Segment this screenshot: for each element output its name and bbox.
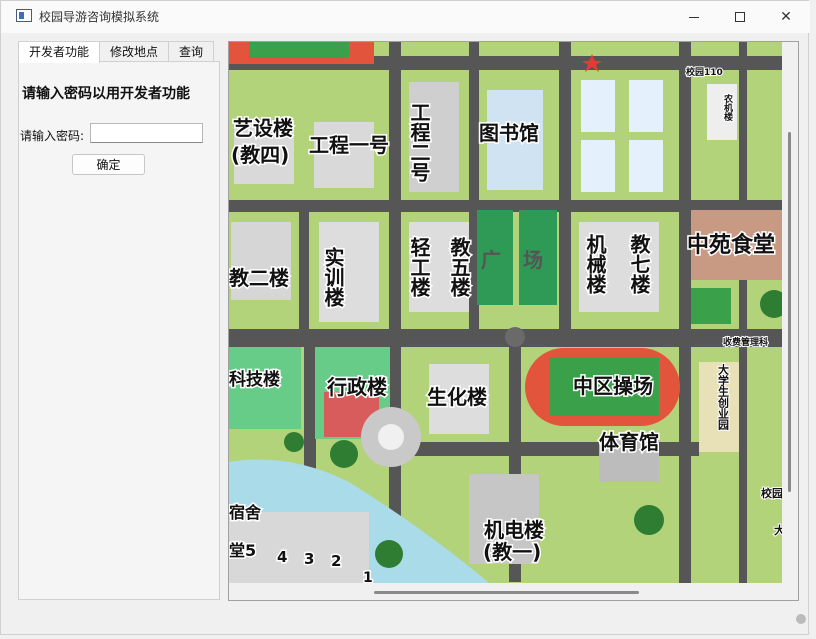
vertical-scrollbar[interactable] — [788, 132, 791, 492]
title-bar[interactable]: 校园导游咨询模拟系统 ✕ — [1, 1, 810, 33]
map-label-mechatronics[interactable]: 机电楼 — [483, 517, 546, 544]
map-label-dorm[interactable]: 宿舍 — [229, 502, 264, 524]
map-label-central-field[interactable]: 中区操场 — [572, 373, 655, 400]
password-prompt-heading: 请输入密码以用开发者功能 — [22, 86, 190, 102]
map-label-science-tech[interactable]: 科技楼 — [229, 368, 282, 392]
map-label-mechanical-building[interactable]: 机械楼 — [582, 231, 609, 296]
map-label-teaching-five[interactable]: 教五楼 — [446, 234, 473, 299]
password-label: 请输入密码: — [20, 129, 85, 143]
campus-map-labels: 艺设楼 (教四) 工程一号 工程二号 图书馆 校园110 农机楼 教二楼 实训楼… — [229, 65, 782, 584]
map-label-light-industry[interactable]: 轻工楼 — [406, 234, 433, 299]
developer-panel: 请输入密码以用开发者功能 请输入密码: 确定 — [18, 61, 220, 600]
map-label-teaching-seven[interactable]: 教七楼 — [626, 231, 653, 296]
map-label-gate-110[interactable]: 校园110 — [685, 65, 724, 79]
map-label-art-building[interactable]: 艺设楼 — [232, 115, 295, 142]
map-label-building-3[interactable]: 3 — [303, 549, 316, 570]
close-icon: ✕ — [780, 9, 792, 25]
horizontal-scrollbar[interactable] — [374, 591, 639, 594]
resize-grip-icon[interactable] — [796, 614, 806, 624]
map-label-startup-park[interactable]: 大学生创业园 — [716, 362, 732, 432]
function-tabs: 开发者功能 修改地点 查询 请输入密码以用开发者功能 请输入密码: 确定 — [18, 41, 220, 600]
minimize-icon — [689, 16, 699, 18]
map-label-mechatronics-sub: (教一) — [483, 540, 541, 564]
maximize-icon — [735, 12, 745, 22]
app-window-icon — [16, 9, 32, 22]
app-window: 校园导游咨询模拟系统 ✕ 开发者功能 修改地点 查询 请输入密码以用开发者功能 … — [0, 0, 810, 635]
window-title: 校园导游咨询模拟系统 — [39, 10, 160, 24]
map-label-gym[interactable]: 体育馆 — [598, 429, 661, 456]
map-label-building-2[interactable]: 2 — [330, 551, 343, 572]
map-scroll-area[interactable]: 艺设楼 (教四) 工程一号 工程二号 图书馆 校园110 农机楼 教二楼 实训楼… — [228, 41, 799, 601]
map-label-gate-right[interactable]: 校园 — [760, 485, 782, 501]
tab-developer[interactable]: 开发者功能 — [18, 41, 101, 63]
map-label-biochem-building[interactable]: 生化楼 — [426, 384, 489, 411]
tab-modify-location[interactable]: 修改地点 — [99, 41, 170, 62]
map-label-art-building-sub: (教四) — [231, 143, 289, 167]
map-label-library[interactable]: 图书馆 — [478, 120, 541, 147]
map-label-plaza[interactable]: 广场 — [481, 248, 565, 272]
map-label-building-1[interactable]: 1 — [362, 569, 375, 584]
map-label-building-4[interactable]: 4 — [276, 547, 289, 568]
tab-query[interactable]: 查询 — [168, 41, 215, 62]
close-button[interactable]: ✕ — [763, 1, 809, 33]
map-label-agri-building[interactable]: 农机楼 — [721, 92, 735, 123]
campus-map[interactable]: 艺设楼 (教四) 工程一号 工程二号 图书馆 校园110 农机楼 教二楼 实训楼… — [229, 42, 782, 583]
map-label-canteen-five[interactable]: 堂5 — [229, 540, 258, 562]
tab-bar: 开发者功能 修改地点 查询 — [18, 41, 215, 63]
map-label-teaching-two[interactable]: 教二楼 — [229, 265, 291, 292]
map-label-admin-building[interactable]: 行政楼 — [325, 374, 389, 401]
confirm-button[interactable]: 确定 — [72, 154, 145, 175]
password-input[interactable] — [90, 123, 203, 143]
maximize-button[interactable] — [717, 1, 763, 33]
map-label-engineering-two[interactable]: 工程二号 — [406, 101, 433, 184]
map-label-partial-right: 大 — [774, 523, 782, 537]
map-label-fee-office[interactable]: 收费管理科 — [722, 335, 769, 349]
minimize-button[interactable] — [671, 1, 717, 33]
map-label-zhongyuan-canteen[interactable]: 中苑食堂 — [686, 231, 777, 260]
map-label-engineering-one[interactable]: 工程一号 — [308, 132, 391, 159]
map-label-training-building[interactable]: 实训楼 — [320, 244, 347, 309]
